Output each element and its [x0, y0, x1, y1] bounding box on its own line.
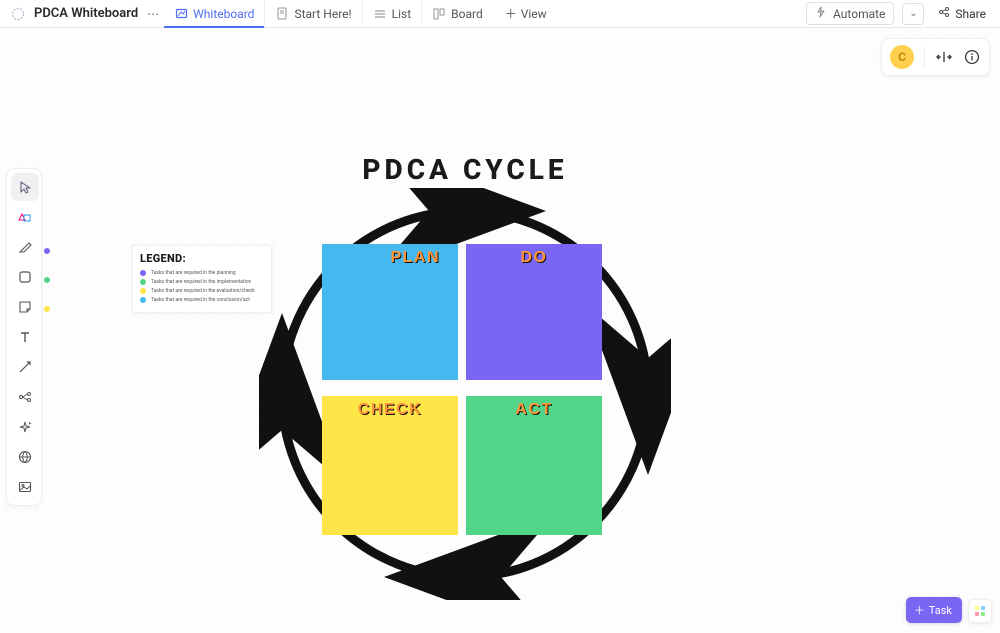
tool-sticky[interactable] [11, 293, 39, 321]
legend-dot [140, 297, 146, 303]
add-view-label: View [521, 7, 547, 21]
automate-dropdown[interactable]: ⌄ [902, 3, 924, 25]
tool-ai[interactable] [11, 413, 39, 441]
doc-icon [275, 7, 289, 21]
tool-connector[interactable] [11, 353, 39, 381]
tool-pointer[interactable] [11, 173, 39, 201]
tool-text[interactable] [11, 323, 39, 351]
tool-color-dot [44, 306, 50, 312]
tab-label: Board [451, 7, 483, 21]
tool-web[interactable] [11, 443, 39, 471]
app-header: PDCA Whiteboard ⋯ Whiteboard Start Here!… [0, 0, 1000, 28]
tool-shapes[interactable] [11, 203, 39, 231]
legend-row: Tasks that are required in the conclusio… [140, 297, 264, 303]
fit-icon[interactable] [935, 48, 953, 66]
info-icon[interactable] [963, 48, 981, 66]
quad-check[interactable]: CHECK [322, 396, 458, 535]
quad-do[interactable]: DO [466, 244, 602, 380]
project-icon [8, 4, 28, 24]
quad-label: ACT [466, 401, 602, 419]
legend-text: Tasks that are required in the planning [151, 270, 236, 276]
legend-text: Tasks that are required in the evaluatio… [151, 288, 255, 294]
task-button-label: Task [929, 604, 952, 617]
canvas-toolbar-right: C [881, 38, 990, 76]
quad-label: DO [466, 249, 602, 267]
list-icon [373, 7, 387, 21]
quad-plan[interactable]: PLAN [322, 244, 458, 380]
automate-label: Automate [833, 7, 885, 21]
whiteboard-canvas[interactable]: C LEGEND: Tasks that are required in the… [0, 28, 1000, 633]
tool-rect[interactable] [11, 263, 39, 291]
view-tabs: Whiteboard Start Here! List Board [164, 0, 493, 27]
diagram-title: PDCA CYCLE [250, 153, 680, 186]
chevron-down-icon: ⌄ [909, 8, 917, 19]
tool-color-dot [44, 277, 50, 283]
tab-label: List [392, 7, 412, 21]
tab-list[interactable]: List [363, 0, 423, 27]
bolt-icon [815, 6, 827, 21]
toolbox [6, 168, 42, 506]
tab-board[interactable]: Board [422, 0, 493, 27]
tab-start-here[interactable]: Start Here! [265, 0, 362, 27]
automate-button[interactable]: Automate [806, 2, 894, 25]
project-title[interactable]: PDCA Whiteboard [34, 6, 138, 21]
apps-grid-icon [975, 606, 985, 616]
legend-title: LEGEND: [140, 252, 264, 265]
legend-dot [140, 279, 146, 285]
share-icon [938, 6, 950, 21]
tool-image[interactable] [11, 473, 39, 501]
tool-color-dot [44, 248, 50, 254]
legend-text: Tasks that are required in the implement… [151, 279, 251, 285]
tab-label: Start Here! [294, 7, 351, 21]
new-task-button[interactable]: ＋ Task [906, 597, 962, 623]
plus-icon: ＋ [505, 5, 517, 22]
share-button[interactable]: Share [932, 3, 992, 24]
tool-pen[interactable] [11, 233, 39, 261]
share-label: Share [955, 7, 986, 21]
legend-row: Tasks that are required in the planning [140, 270, 264, 276]
whiteboard-icon [174, 7, 188, 21]
tab-whiteboard[interactable]: Whiteboard [164, 0, 265, 27]
board-icon [432, 7, 446, 21]
add-view-button[interactable]: ＋ View [495, 5, 557, 22]
legend-text: Tasks that are required in the conclusio… [151, 297, 250, 303]
header-right: Automate ⌄ Share [806, 2, 992, 25]
legend-row: Tasks that are required in the implement… [140, 279, 264, 285]
separator [924, 47, 925, 67]
quad-label: PLAN [322, 249, 458, 267]
legend-dot [140, 270, 146, 276]
user-avatar[interactable]: C [890, 45, 914, 69]
project-menu-button[interactable]: ⋯ [144, 5, 162, 23]
quad-act[interactable]: ACT [466, 396, 602, 535]
apps-button[interactable] [968, 599, 992, 623]
legend-dot [140, 288, 146, 294]
legend-card[interactable]: LEGEND: Tasks that are required in the p… [132, 245, 272, 313]
quad-label: CHECK [322, 401, 458, 419]
legend-row: Tasks that are required in the evaluatio… [140, 288, 264, 294]
quadrant-grid: PLAN DO CHECK ACT [322, 244, 602, 538]
plus-icon: ＋ [914, 602, 925, 618]
tab-label: Whiteboard [193, 7, 254, 21]
tool-relations[interactable] [11, 383, 39, 411]
